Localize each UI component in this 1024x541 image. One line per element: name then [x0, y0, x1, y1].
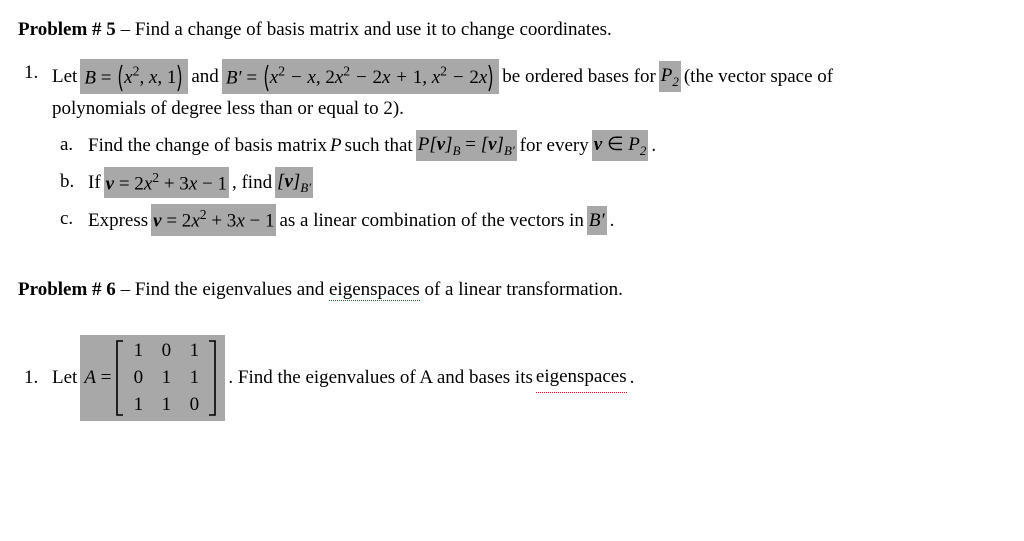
c-Bp: B′ [589, 210, 605, 231]
p5-c-body: Express v = 2x2 + 3x − 1 as a linear com… [88, 204, 617, 236]
A-eq-label: A = [84, 364, 111, 393]
lparen-icon [262, 64, 270, 92]
p5-item-1-body: Let B = x2, x, 1 and B′ = x2 − x, 2x2 − … [52, 59, 1006, 237]
Bp-items: x2 − x, 2x2 − 2x + 1, x2 − 2x [270, 67, 487, 88]
p5-item-1: 1. Let B = x2, x, 1 and B′ = x2 − x, 2x2… [24, 59, 1006, 237]
b-vB-sub: B′ [300, 180, 311, 195]
poly-line: polynomials of degree less than or equal… [52, 94, 1006, 123]
lbracket-icon [115, 339, 125, 417]
let-text: Let [52, 62, 77, 91]
lparen-icon [116, 64, 124, 92]
a-t3: for every [520, 131, 589, 160]
m-1-2: 1 [189, 368, 199, 389]
m-2-1: 1 [161, 395, 171, 416]
P2-label: P [661, 65, 673, 86]
m-1-1: 1 [161, 368, 171, 389]
a-P2b-sub: 2 [640, 143, 646, 158]
problem-5-list: 1. Let B = x2, x, 1 and B′ = x2 − x, 2x2… [18, 59, 1006, 237]
p5-a-label: a. [60, 130, 88, 159]
matrix-A: 1 0 1 0 1 1 1 1 0 [115, 337, 217, 420]
p6-sep: – [116, 279, 135, 300]
p6-eigenspaces: eigenspaces [329, 279, 420, 301]
a-expr-box: P[v]B = [v]B′ [416, 130, 517, 161]
basis-B-box: B = x2, x, 1 [80, 59, 188, 95]
basis-Bp-box: B′ = x2 − x, 2x2 − 2x + 1, x2 − 2x [222, 59, 499, 95]
p5-b: b. If v = 2x2 + 3x − 1, find [v]B′ [60, 167, 1006, 199]
P2-sub: 2 [672, 74, 678, 89]
p6-eigenspaces2: eigenspaces [536, 363, 627, 393]
problem-5-label: Problem # 5 [18, 19, 116, 40]
p5-sep: – [116, 19, 135, 40]
p6-dot: . [630, 364, 635, 393]
p6-t2: of a linear transformation. [420, 279, 623, 300]
and-text: and [191, 62, 218, 91]
p5-item1-line1: Let B = x2, x, 1 and B′ = x2 − x, 2x2 − … [52, 59, 1006, 95]
b-t2: , find [232, 168, 272, 197]
p5-b-label: b. [60, 167, 88, 196]
problem-6-header: Problem # 6 – Find the eigenvalues and e… [18, 276, 1006, 305]
a-P2b: P [628, 134, 640, 155]
m-2-0: 1 [133, 395, 143, 416]
rbracket-icon [207, 339, 217, 417]
p5-c-label: c. [60, 204, 88, 233]
a-vin-box: v ∈ P2 [592, 130, 649, 161]
p5-a-body: Find the change of basis matrix P such t… [88, 130, 659, 161]
a-dot: . [651, 131, 656, 160]
eq1: = [96, 67, 116, 88]
b-veq-box: v = 2x2 + 3x − 1 [104, 167, 229, 199]
c-Bp-box: B′ [587, 206, 607, 235]
m-1-0: 0 [133, 368, 143, 389]
m-0-0: 1 [133, 341, 143, 362]
m-2-2: 0 [189, 395, 199, 416]
b-t1: If [88, 168, 101, 197]
c-dot: . [610, 206, 615, 235]
problem-6-label: Problem # 6 [18, 279, 116, 300]
p5-header-text: Find a change of basis matrix and use it… [135, 19, 612, 40]
a-t2: such that [345, 131, 413, 160]
p6-item-1-num: 1. [24, 364, 48, 393]
problem-6-list: 1. Let A = 1 0 1 0 1 1 1 1 0 [18, 335, 1006, 422]
p6-t1: Find the eigenvalues and [135, 279, 329, 300]
a-P: P [330, 131, 342, 160]
A-matrix-box: A = 1 0 1 0 1 1 1 1 0 [80, 335, 225, 422]
eq2: = [242, 67, 262, 88]
P2-box: P2 [659, 61, 681, 92]
p6-item-1-body: Let A = 1 0 1 0 1 1 1 1 0 [52, 335, 637, 422]
problem-5-header: Problem # 5 – Find a change of basis mat… [18, 16, 1006, 45]
p5-b-body: If v = 2x2 + 3x − 1, find [v]B′ [88, 167, 316, 199]
c-veq-box: v = 2x2 + 3x − 1 [151, 204, 276, 236]
p5-c: c. Express v = 2x2 + 3x − 1 as a linear … [60, 204, 1006, 236]
rparen-icon [176, 64, 184, 92]
a-sub-right: B′ [504, 143, 515, 158]
p5-a: a. Find the change of basis matrix P suc… [60, 130, 1006, 161]
p5-item-1-num: 1. [24, 59, 48, 88]
Bp-label: B′ [226, 67, 242, 88]
B-label: B [84, 67, 96, 88]
p6-after: . Find the eigenvalues of A and bases it… [228, 364, 532, 393]
matrix-grid: 1 0 1 0 1 1 1 1 0 [125, 337, 207, 420]
m-0-2: 1 [189, 341, 199, 362]
p5-sublist: a. Find the change of basis matrix P suc… [52, 130, 1006, 236]
rparen-icon [487, 64, 495, 92]
B-items: x2, x, 1 [124, 67, 176, 88]
m-0-1: 0 [161, 341, 171, 362]
p6-item-1: 1. Let A = 1 0 1 0 1 1 1 1 0 [24, 335, 1006, 422]
space-text: (the vector space of [684, 62, 833, 91]
b-vB-box: [v]B′ [275, 167, 313, 198]
be-text: be ordered bases for [502, 62, 656, 91]
p6-let: Let [52, 364, 77, 393]
c-t2: as a linear combination of the vectors i… [279, 206, 583, 235]
a-t1: Find the change of basis matrix [88, 131, 327, 160]
c-t1: Express [88, 206, 148, 235]
